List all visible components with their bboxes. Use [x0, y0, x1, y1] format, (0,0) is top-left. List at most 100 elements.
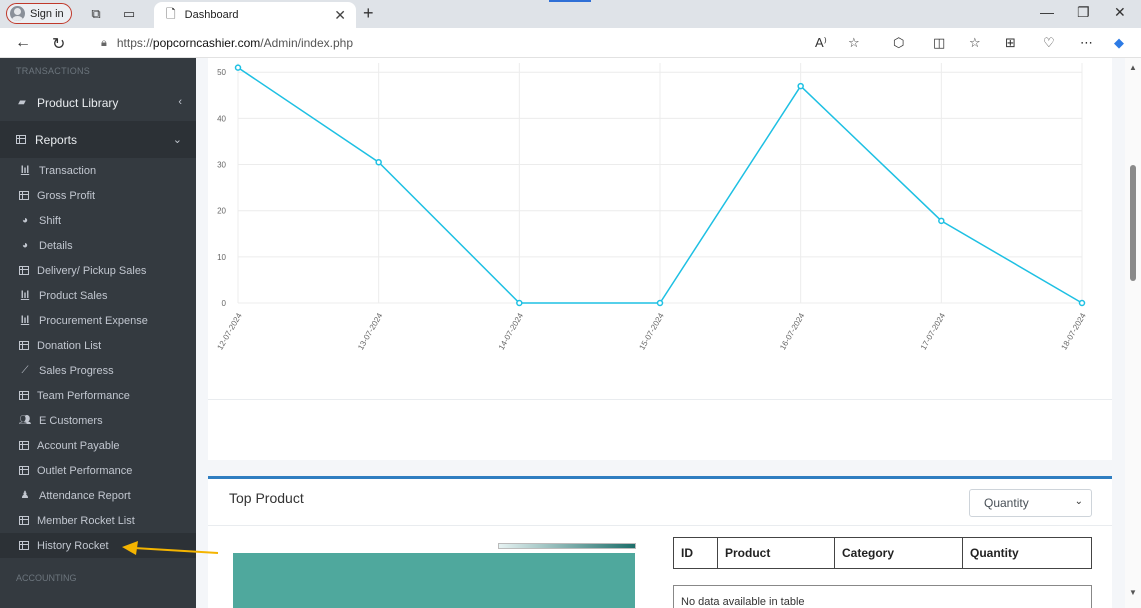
- tab-dashboard[interactable]: 🗋 Dashboard ✕: [154, 2, 356, 28]
- page-icon: 🗋: [166, 6, 176, 21]
- page-scrollbar[interactable]: ▲ ▼: [1125, 58, 1141, 608]
- sidebar-subitem-donation-list[interactable]: Donation List: [0, 333, 196, 358]
- sidebar-subitem-label: Attendance Report: [39, 489, 131, 502]
- annotation-arrow-shaft: [133, 547, 219, 554]
- table-empty-message: No data available in table: [673, 585, 1092, 608]
- metric-select[interactable]: Quantity ⌄: [969, 489, 1092, 517]
- sidebar-subitem-label: Delivery/ Pickup Sales: [37, 264, 147, 277]
- sidebar-subitem-team-performance[interactable]: Team Performance: [0, 383, 196, 408]
- sidebar-subitem-label: Account Payable: [37, 439, 120, 452]
- line-chart-icon: ⟋: [21, 365, 29, 376]
- sidebar-subitem-attendance-report[interactable]: ♟ Attendance Report: [0, 483, 196, 508]
- sidebar-subitem-sales-progress[interactable]: ⟋ Sales Progress: [0, 358, 196, 383]
- sidebar-subitem-delivery-pickup-sales[interactable]: Delivery/ Pickup Sales: [0, 258, 196, 283]
- x-tick-label: 12-07-2024: [215, 311, 244, 351]
- sidebar-subitem-label: Gross Profit: [37, 189, 96, 202]
- sidebar-subitem-label: Shift: [39, 214, 62, 227]
- sidebar-subitem-outlet-performance[interactable]: Outlet Performance: [0, 458, 196, 483]
- workspaces-icon[interactable]: ⧉: [88, 6, 104, 22]
- sidebar-item-label: Reports: [35, 132, 78, 147]
- tab-loading-indicator: [549, 0, 591, 2]
- table-icon: [16, 135, 26, 144]
- table-icon: [19, 466, 29, 475]
- sidebar-subitem-shift[interactable]: ◕ Shift: [0, 208, 196, 233]
- y-tick-label: 20: [217, 207, 226, 216]
- x-tick-label: 17-07-2024: [919, 311, 948, 351]
- y-tick-label: 10: [217, 253, 226, 262]
- refresh-icon[interactable]: ↻: [52, 34, 65, 54]
- column-header-id[interactable]: ID: [674, 538, 718, 568]
- sidebar-subitem-account-payable[interactable]: Account Payable: [0, 433, 196, 458]
- sidebar-subitem-details[interactable]: ◕ Details: [0, 233, 196, 258]
- sidebar-subitem-label: Donation List: [37, 339, 102, 352]
- data-point: [797, 82, 804, 90]
- url-domain: popcorncashier.com: [152, 36, 261, 50]
- scroll-up-icon[interactable]: ▲: [1129, 63, 1137, 72]
- sidebar-subitem-label: Transaction: [39, 164, 97, 177]
- sign-in-button[interactable]: Sign in: [6, 3, 72, 24]
- sidebar-subitem-transaction[interactable]: lıl Transaction: [0, 158, 196, 183]
- top-product-table: ID Product Category Quantity No data ava…: [673, 537, 1092, 608]
- back-icon[interactable]: ←: [15, 34, 31, 52]
- url-path: /Admin/index.php: [260, 36, 354, 50]
- sidebar-item-reports[interactable]: Reports ⌄: [0, 121, 196, 158]
- sidebar-item-product-library[interactable]: ▰ Product Library ‹: [0, 84, 196, 121]
- top-product-title: Top Product: [229, 490, 304, 506]
- table-icon: [19, 191, 29, 200]
- scrollbar-thumb[interactable]: [1130, 165, 1136, 281]
- sidebar-subitem-label: Product Sales: [39, 289, 108, 302]
- more-menu-icon[interactable]: ⋯: [1080, 35, 1093, 51]
- url-prefix: https://: [116, 36, 153, 50]
- extensions-icon[interactable]: ⬡: [893, 35, 904, 51]
- table-icon: [19, 341, 29, 350]
- table-icon: [19, 266, 29, 275]
- x-tick-label: 16-07-2024: [778, 311, 807, 351]
- copilot-icon[interactable]: ◆: [1114, 35, 1124, 51]
- sidebar-subitem-member-rocket-list[interactable]: Member Rocket List: [0, 508, 196, 533]
- x-tick-label: 13-07-2024: [356, 311, 385, 351]
- metric-select-value: Quantity: [984, 496, 1029, 510]
- sidebar-subitem-label: Procurement Expense: [39, 314, 148, 327]
- sidebar-subitem-procurement-expense[interactable]: lıl Procurement Expense: [0, 308, 196, 333]
- reports-submenu: lıl Transaction Gross Profit ◕ Shift ◕ Deta…: [0, 158, 196, 558]
- close-window-icon[interactable]: ✕: [1114, 4, 1126, 21]
- chevron-down-icon: ⌄: [172, 134, 182, 146]
- lock-icon: 🔒︎: [101, 36, 107, 49]
- favorite-star-icon[interactable]: ☆: [848, 35, 860, 51]
- table-header-row: ID Product Category Quantity: [673, 537, 1092, 569]
- url-field[interactable]: 🔒︎ https://popcorncashier.com/Admin/inde…: [95, 31, 875, 55]
- restore-icon[interactable]: ❐: [1077, 4, 1090, 21]
- url-text: https://popcorncashier.com/Admin/index.p…: [117, 36, 353, 50]
- sidebar-subitem-gross-profit[interactable]: Gross Profit: [0, 183, 196, 208]
- sidebar-subitem-e-customers[interactable]: 👥︎ E Customers: [0, 408, 196, 433]
- annotation-arrow: [122, 541, 219, 555]
- sidebar-subitem-label: Team Performance: [37, 389, 130, 402]
- pie-chart-icon: ◕: [21, 240, 29, 251]
- browser-essentials-icon[interactable]: ♡: [1043, 35, 1055, 51]
- column-header-category[interactable]: Category: [835, 538, 963, 568]
- y-tick-label: 0: [222, 299, 227, 308]
- minimize-icon[interactable]: —: [1040, 4, 1054, 20]
- read-aloud-icon[interactable]: A⁾: [815, 35, 827, 51]
- x-tick-label: 14-07-2024: [497, 311, 526, 351]
- split-screen-icon[interactable]: ◫: [933, 35, 945, 51]
- favorites-icon[interactable]: ☆: [969, 35, 981, 51]
- data-point: [375, 158, 382, 166]
- annotation-arrow-head: [122, 541, 138, 555]
- address-bar-row: ← ↻ 🔒︎ https://popcorncashier.com/Admin/…: [0, 28, 1141, 58]
- close-tab-icon[interactable]: ✕: [334, 7, 346, 24]
- avatar-icon: [10, 6, 25, 21]
- card-divider: [208, 399, 1112, 400]
- table-icon: [19, 541, 29, 550]
- sidebar-section-accounting: ACCOUNTING: [16, 573, 77, 583]
- pie-chart-icon: ◕: [21, 215, 29, 226]
- column-header-product[interactable]: Product: [718, 538, 835, 568]
- collections-icon[interactable]: ⊞: [1005, 35, 1016, 51]
- tab-actions-icon[interactable]: ▭: [121, 6, 137, 22]
- top-product-chart-area: [233, 553, 635, 608]
- new-tab-icon[interactable]: +: [363, 3, 374, 24]
- scroll-down-icon[interactable]: ▼: [1129, 588, 1137, 597]
- column-header-quantity[interactable]: Quantity: [963, 538, 1091, 568]
- bar-chart-icon: lıl: [20, 290, 30, 301]
- sidebar-subitem-product-sales[interactable]: lıl Product Sales: [0, 283, 196, 308]
